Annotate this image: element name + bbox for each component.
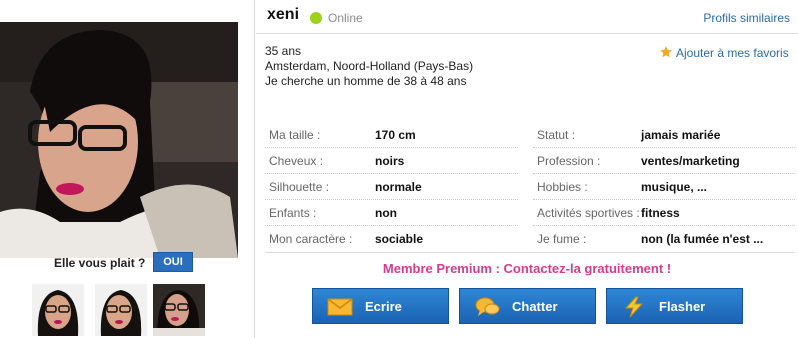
like-question: Elle vous plait ?	[54, 256, 146, 270]
attribute-label: Statut :	[537, 128, 576, 142]
add-favorite-link[interactable]: Ajouter à mes favoris	[659, 45, 789, 60]
attribute-row: Statut : jamais mariée	[533, 122, 795, 148]
column-divider	[254, 0, 255, 338]
write-button-label: Ecrire	[365, 299, 402, 314]
online-status-text: Online	[328, 11, 363, 25]
attribute-value: musique, ...	[641, 180, 708, 194]
age: 35 ans	[265, 44, 302, 58]
seeking: Je cherche un homme de 38 à 48 ans	[265, 74, 467, 88]
attributes-right-column: Statut : jamais mariée Profession : ventes…	[533, 122, 795, 252]
attribute-label: Profession :	[537, 154, 601, 168]
flash-button[interactable]: Flasher	[606, 288, 743, 324]
main-profile-photo[interactable]	[0, 22, 238, 258]
attribute-label: Enfants :	[269, 206, 317, 220]
photo-thumbnail[interactable]	[32, 284, 84, 336]
attribute-row: Ma taille : 170 cm	[265, 122, 518, 148]
flash-button-label: Flasher	[659, 299, 706, 314]
similar-profiles-link[interactable]: Profils similaires	[703, 11, 790, 25]
like-yes-button[interactable]: OUI	[153, 252, 193, 272]
online-status-icon	[310, 12, 322, 24]
attribute-value: normale	[375, 180, 422, 194]
profile-details: xeni Online Profils similaires 35 ans Am…	[256, 0, 798, 338]
chat-button[interactable]: Chatter	[459, 288, 596, 324]
attribute-label: Hobbies :	[537, 180, 588, 194]
attribute-value: jamais mariée	[641, 128, 721, 142]
profile-photo-image	[0, 22, 238, 258]
write-button[interactable]: Ecrire	[312, 288, 449, 324]
attribute-value: non (la fumée n'est ...	[641, 232, 764, 246]
attribute-row: Mon caractère : sociable	[265, 226, 518, 252]
attribute-label: Cheveux :	[269, 154, 324, 168]
profile-header: xeni Online Profils similaires	[256, 0, 798, 34]
attribute-row: Je fume : non (la fumée n'est ...	[533, 226, 795, 252]
divider	[265, 252, 795, 253]
lightning-icon	[624, 296, 644, 318]
envelope-icon	[327, 298, 353, 316]
attribute-row: Silhouette : normale	[265, 174, 518, 200]
add-favorite-label: Ajouter à mes favoris	[676, 46, 789, 60]
attribute-row: Cheveux : noirs	[265, 148, 518, 174]
attribute-row: Enfants : non	[265, 200, 518, 226]
profile-summary: 35 ans Amsterdam, Noord-Holland (Pays-Ba…	[265, 44, 473, 89]
attribute-label: Mon caractère :	[269, 232, 353, 246]
attribute-value: non	[375, 206, 397, 220]
attributes-left-column: Ma taille : 170 cm Cheveux : noirs Silhoue…	[265, 122, 518, 252]
chat-button-label: Chatter	[512, 299, 558, 314]
chat-bubbles-icon	[475, 297, 500, 316]
attribute-row: Profession : ventes/marketing	[533, 148, 795, 174]
photo-thumbnail[interactable]	[95, 284, 147, 336]
attribute-label: Silhouette :	[269, 180, 330, 194]
attribute-value: sociable	[375, 232, 424, 246]
attribute-label: Je fume :	[537, 232, 587, 246]
location: Amsterdam, Noord-Holland (Pays-Bas)	[265, 59, 474, 73]
attribute-value: 170 cm	[375, 128, 416, 142]
attribute-row: Hobbies : musique, ...	[533, 174, 795, 200]
premium-banner: Membre Premium : Contactez-la gratuiteme…	[382, 261, 672, 276]
attribute-label: Ma taille :	[269, 128, 321, 142]
attribute-value: fitness	[641, 206, 680, 220]
attribute-value: ventes/marketing	[641, 154, 740, 168]
photo-thumbnails	[0, 284, 240, 336]
username: xeni	[267, 6, 300, 23]
photo-thumbnail[interactable]	[153, 284, 205, 336]
photo-column: Elle vous plait ? OUI	[0, 0, 240, 338]
attribute-row: Activités sportives : fitness	[533, 200, 795, 226]
like-prompt: Elle vous plait ? OUI	[0, 250, 240, 276]
attribute-value: noirs	[375, 154, 405, 168]
star-icon	[660, 46, 672, 58]
attribute-label: Activités sportives :	[537, 206, 640, 220]
